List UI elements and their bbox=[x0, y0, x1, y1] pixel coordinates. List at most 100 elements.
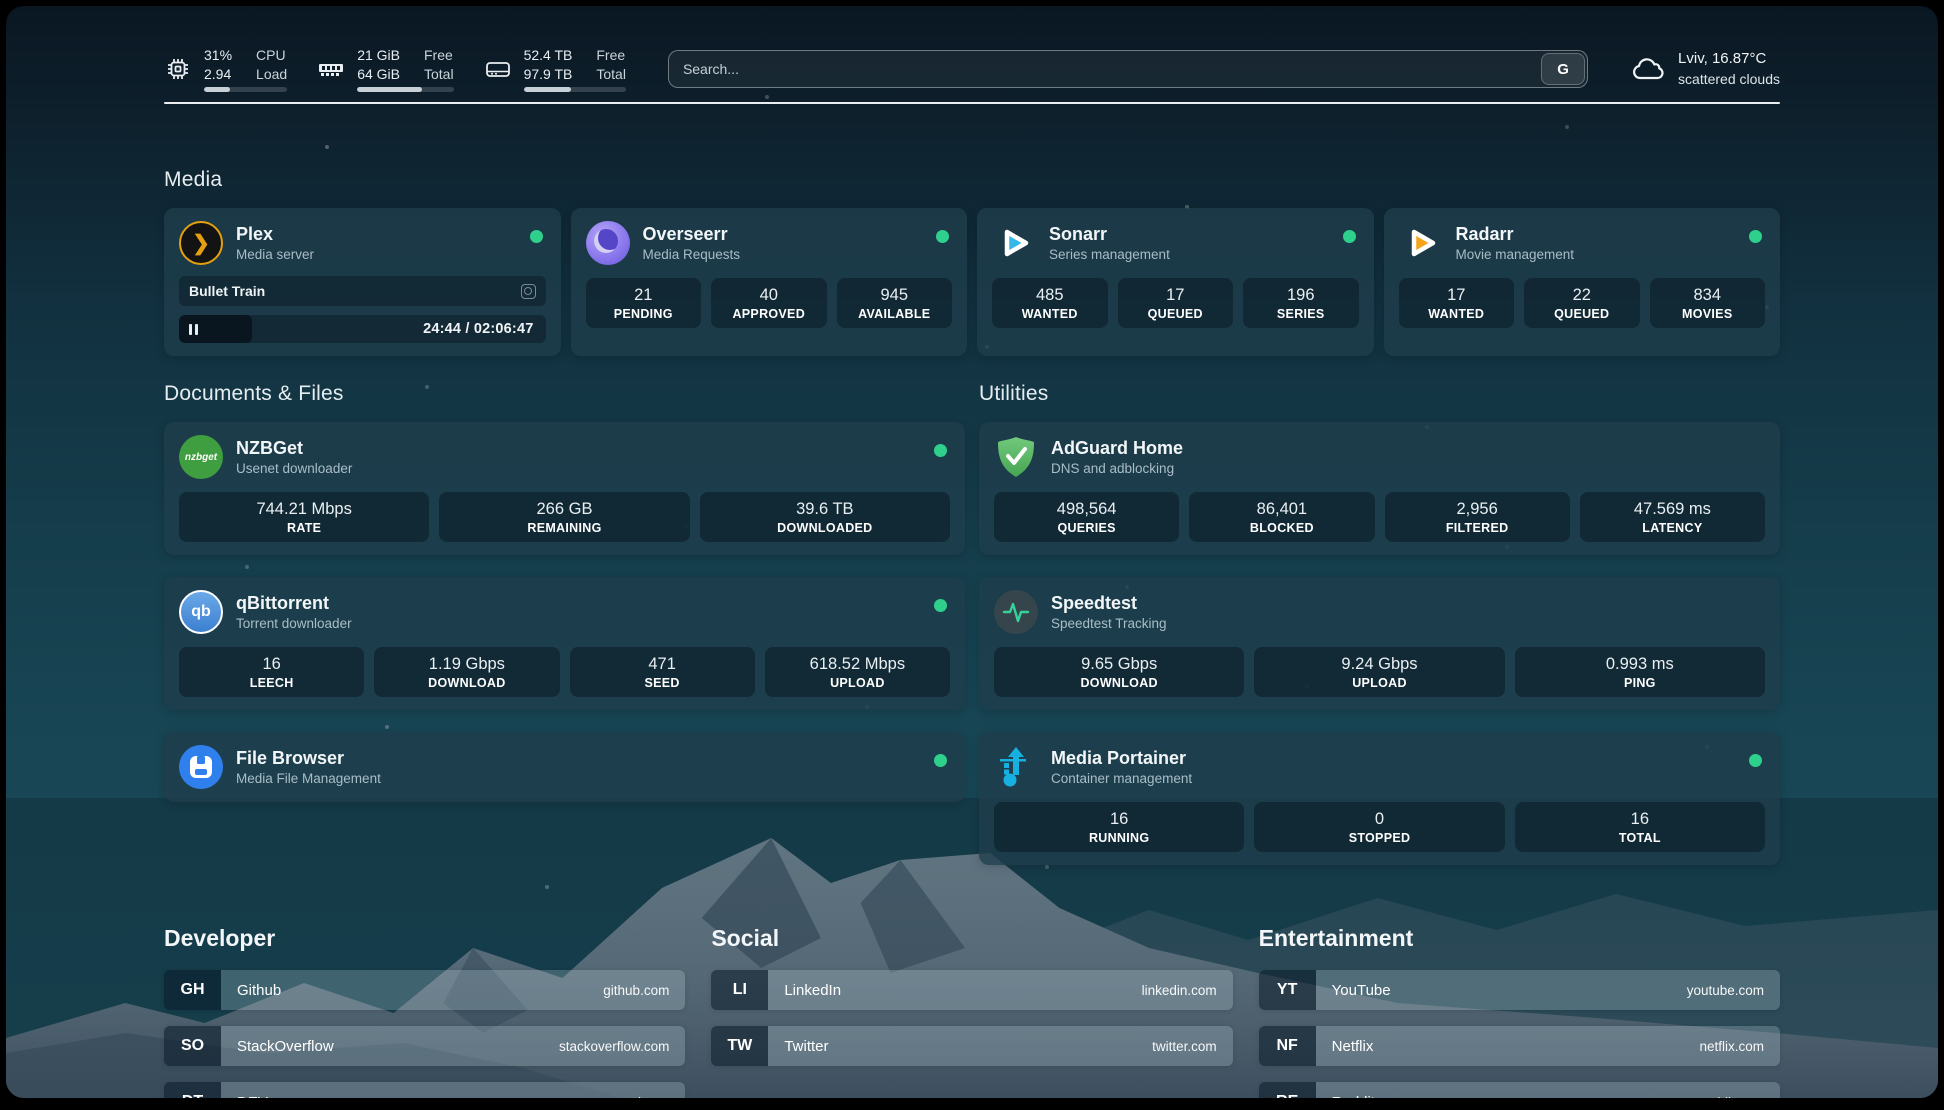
plex-playback-progress: 24:44 / 02:06:47 bbox=[179, 315, 546, 343]
filebrowser-status-dot bbox=[934, 754, 947, 767]
cpu-icon bbox=[164, 55, 192, 83]
section-title-developer: Developer bbox=[164, 925, 685, 952]
stat-upload: 618.52 MbpsUPLOAD bbox=[765, 647, 950, 697]
bookmark-linkedin[interactable]: LI LinkedInlinkedin.com bbox=[711, 970, 1232, 1010]
stat-stopped: 0STOPPED bbox=[1254, 802, 1504, 852]
stat-blocked: 86,401BLOCKED bbox=[1189, 492, 1374, 542]
bookmark-dev[interactable]: DT DEVdev.to bbox=[164, 1082, 685, 1098]
cloud-icon bbox=[1630, 54, 1666, 84]
bookmark-twitter[interactable]: TW Twittertwitter.com bbox=[711, 1026, 1232, 1066]
stat-approved: 40APPROVED bbox=[711, 278, 827, 328]
search-provider-button[interactable]: G bbox=[1541, 53, 1585, 85]
social-section: Social LI LinkedInlinkedin.com TW Twitte… bbox=[711, 925, 1232, 1098]
overseerr-title: Overseerr bbox=[643, 224, 741, 246]
bookmark-abbr: LI bbox=[711, 970, 768, 1010]
portainer-status-dot bbox=[1749, 754, 1762, 767]
overseerr-icon bbox=[586, 221, 630, 265]
stat-upload: 9.24 GbpsUPLOAD bbox=[1254, 647, 1504, 697]
disk-free-value: 52.4 TB bbox=[524, 46, 573, 64]
filebrowser-card[interactable]: File Browser Media File Management bbox=[164, 732, 965, 802]
stat-rate: 744.21 MbpsRATE bbox=[179, 492, 429, 542]
stat-remaining: 266 GBREMAINING bbox=[439, 492, 689, 542]
disk-widget: 52.4 TB 97.9 TB Free Total bbox=[484, 46, 626, 91]
bookmark-abbr: SO bbox=[164, 1026, 221, 1066]
search-bar: G bbox=[668, 50, 1588, 88]
utilities-column: AdGuard Home DNS and adblocking 498,564Q… bbox=[979, 422, 1780, 865]
ram-label-2: Total bbox=[424, 65, 454, 83]
qbittorrent-card[interactable]: qb qBittorrent Torrent downloader 16LEEC… bbox=[164, 577, 965, 710]
cpu-percent: 31% bbox=[204, 46, 232, 64]
weather-widget: Lviv, 16.87°C scattered clouds bbox=[1630, 49, 1780, 88]
plex-card[interactable]: ❯ Plex Media server Bullet Train 24:44 /… bbox=[164, 208, 561, 356]
bookmark-abbr: RE bbox=[1259, 1082, 1316, 1098]
adguard-subtitle: DNS and adblocking bbox=[1051, 461, 1183, 476]
overseerr-card[interactable]: Overseerr Media Requests 21PENDING 40APP… bbox=[571, 208, 968, 356]
snow-specks bbox=[6, 6, 8, 8]
radarr-title: Radarr bbox=[1456, 224, 1575, 246]
disk-icon bbox=[484, 55, 512, 83]
bookmark-reddit[interactable]: RE Redditreddit.com bbox=[1259, 1082, 1780, 1098]
memory-widget: 21 GiB 64 GiB Free Total bbox=[317, 46, 453, 91]
stat-download: 1.19 GbpsDOWNLOAD bbox=[374, 647, 559, 697]
stat-downloaded: 39.6 TBDOWNLOADED bbox=[700, 492, 950, 542]
sonarr-subtitle: Series management bbox=[1049, 247, 1170, 262]
adguard-card[interactable]: AdGuard Home DNS and adblocking 498,564Q… bbox=[979, 422, 1780, 555]
bookmark-youtube[interactable]: YT YouTubeyoutube.com bbox=[1259, 970, 1780, 1010]
radarr-card[interactable]: Radarr Movie management 17WANTED 22QUEUE… bbox=[1384, 208, 1781, 356]
stat-available: 945AVAILABLE bbox=[837, 278, 953, 328]
bookmark-abbr: TW bbox=[711, 1026, 768, 1066]
radarr-subtitle: Movie management bbox=[1456, 247, 1575, 262]
bookmark-abbr: DT bbox=[164, 1082, 221, 1098]
speedtest-card[interactable]: Speedtest Speedtest Tracking 9.65 GbpsDO… bbox=[979, 577, 1780, 710]
pause-icon[interactable] bbox=[189, 324, 198, 335]
nzbget-subtitle: Usenet downloader bbox=[236, 461, 352, 476]
filebrowser-icon bbox=[179, 745, 223, 789]
nzbget-card[interactable]: nzbget NZBGet Usenet downloader 744.21 M… bbox=[164, 422, 965, 555]
stat-download: 9.65 GbpsDOWNLOAD bbox=[994, 647, 1244, 697]
disk-label-2: Total bbox=[596, 65, 626, 83]
disk-progress-bar bbox=[524, 87, 626, 92]
radarr-status-dot bbox=[1749, 230, 1762, 243]
bookmark-netflix[interactable]: NF Netflixnetflix.com bbox=[1259, 1026, 1780, 1066]
qbittorrent-subtitle: Torrent downloader bbox=[236, 616, 352, 631]
cast-icon bbox=[521, 284, 536, 299]
stat-leech: 16LEECH bbox=[179, 647, 364, 697]
entertainment-section: Entertainment YT YouTubeyoutube.com NF N… bbox=[1259, 925, 1780, 1098]
plex-subtitle: Media server bbox=[236, 247, 314, 262]
documents-column: nzbget NZBGet Usenet downloader 744.21 M… bbox=[164, 422, 965, 802]
developer-section: Developer GH Githubgithub.com SO StackOv… bbox=[164, 925, 685, 1098]
dashboard-window: 31% 2.94 CPU Load bbox=[6, 6, 1938, 1098]
adguard-icon bbox=[994, 435, 1038, 479]
adguard-title: AdGuard Home bbox=[1051, 438, 1183, 460]
search-input[interactable] bbox=[669, 51, 1541, 87]
stat-filtered: 2,956FILTERED bbox=[1385, 492, 1570, 542]
header: 31% 2.94 CPU Load bbox=[164, 6, 1780, 102]
stat-movies: 834MOVIES bbox=[1650, 278, 1766, 328]
cpu-label-2: Load bbox=[256, 65, 287, 83]
bookmark-abbr: GH bbox=[164, 970, 221, 1010]
nzbget-status-dot bbox=[934, 444, 947, 457]
ram-label-1: Free bbox=[424, 46, 454, 64]
bookmark-stackoverflow[interactable]: SO StackOverflowstackoverflow.com bbox=[164, 1026, 685, 1066]
plex-status-dot bbox=[530, 230, 543, 243]
ram-free-value: 21 GiB bbox=[357, 46, 400, 64]
portainer-card[interactable]: Media Portainer Container management 16R… bbox=[979, 732, 1780, 865]
cpu-progress-bar bbox=[204, 87, 287, 92]
portainer-icon bbox=[994, 745, 1038, 789]
cpu-label-1: CPU bbox=[256, 46, 287, 64]
nzbget-icon: nzbget bbox=[179, 435, 223, 479]
portainer-title: Media Portainer bbox=[1051, 748, 1192, 770]
cpu-widget: 31% 2.94 CPU Load bbox=[164, 46, 287, 91]
playback-time: 24:44 / 02:06:47 bbox=[423, 321, 533, 337]
sonarr-card[interactable]: Sonarr Series management 485WANTED 17QUE… bbox=[977, 208, 1374, 356]
stat-ping: 0.993 msPING bbox=[1515, 647, 1765, 697]
stat-pending: 21PENDING bbox=[586, 278, 702, 328]
section-title-utilities: Utilities bbox=[979, 382, 1780, 406]
speedtest-icon bbox=[994, 590, 1038, 634]
system-widgets: 31% 2.94 CPU Load bbox=[164, 46, 626, 91]
plex-now-playing-row: Bullet Train bbox=[179, 276, 546, 306]
bookmark-abbr: NF bbox=[1259, 1026, 1316, 1066]
overseerr-subtitle: Media Requests bbox=[643, 247, 741, 262]
bookmark-github[interactable]: GH Githubgithub.com bbox=[164, 970, 685, 1010]
portainer-subtitle: Container management bbox=[1051, 771, 1192, 786]
